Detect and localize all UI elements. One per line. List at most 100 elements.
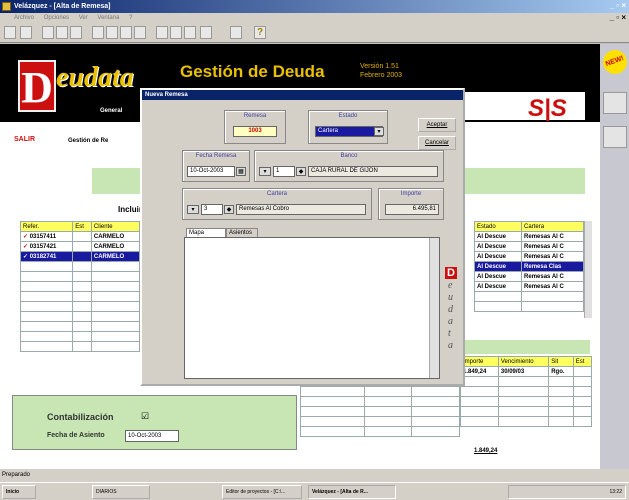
- window-icon[interactable]: [200, 26, 212, 39]
- col-ref: Refer.: [19, 221, 74, 232]
- deudata-logo-text: eudata: [56, 62, 134, 93]
- child-window-controls[interactable]: _ ▫ ×: [610, 13, 626, 23]
- taskbar-item-velazquez[interactable]: Velázquez - [Alta de R...: [308, 485, 396, 499]
- tab-mapa-fichero[interactable]: Mapa fichero: [186, 228, 226, 244]
- table-row-selected[interactable]: ✓ 03182741 CARMELO: [19, 251, 141, 262]
- cartera-spin-icon[interactable]: ◆: [224, 205, 234, 214]
- row-check[interactable]: ✓: [23, 244, 28, 250]
- help-icon[interactable]: ?: [254, 26, 266, 39]
- row-ref: 03182741: [29, 254, 57, 260]
- filter-icon[interactable]: [134, 26, 146, 39]
- accounting-label: Contabilización: [47, 412, 114, 422]
- col-sit: Sit: [548, 356, 574, 367]
- grid-icon[interactable]: [156, 26, 168, 39]
- folder-open-icon[interactable]: [603, 126, 627, 148]
- cell-cartera: Remesas Al C: [521, 241, 584, 252]
- new-remesa-dialog: Nueva Remesa Remesa 1003 Estado Cartera …: [140, 88, 465, 386]
- table-row[interactable]: ✓ 03157411 CARMELO: [19, 231, 141, 242]
- col-cartera: Cartera: [521, 221, 584, 232]
- side-letter-a2: a: [448, 340, 453, 351]
- fecha-field[interactable]: 10-Oct-2003: [187, 166, 235, 177]
- left-data-grid: Refer. Est Cliente ✓ 03157411 CARMELO ✓ …: [19, 221, 141, 352]
- tab-content-area[interactable]: [184, 237, 440, 379]
- row-check[interactable]: ✓: [23, 234, 28, 240]
- quick-launch-icons[interactable]: [40, 485, 90, 499]
- new-badge[interactable]: NEW!: [599, 46, 629, 78]
- print-icon[interactable]: [92, 26, 104, 39]
- table-row[interactable]: Al Descue Remesas Al C: [473, 241, 584, 252]
- taskbar-item-diarios[interactable]: DIARIOS: [92, 485, 150, 499]
- cell-cartera: Remesa Clas: [521, 261, 584, 272]
- calc-icon[interactable]: [170, 26, 182, 39]
- dialog-title: Nueva Remesa: [142, 90, 463, 100]
- menu-ventana[interactable]: Ventana: [97, 15, 119, 21]
- chevron-down-icon[interactable]: ▾: [374, 127, 384, 136]
- row-client: CARMELO: [90, 251, 141, 262]
- col-importe: Importe: [460, 356, 499, 367]
- copy-icon[interactable]: [56, 26, 68, 39]
- find-icon[interactable]: [120, 26, 132, 39]
- deudata-logo-letter: D: [18, 60, 56, 112]
- table-row[interactable]: Al Descue Remesas Al C: [473, 231, 584, 242]
- row-check[interactable]: ✓: [23, 254, 28, 260]
- cell-estado: Al Descue: [473, 251, 523, 262]
- lower-data-grid: Importe Vencimiento Sit Est 1.849,24 30/…: [460, 356, 593, 427]
- menu-ver[interactable]: Ver: [79, 15, 88, 21]
- paste-icon[interactable]: [70, 26, 82, 39]
- tab-content-scrollbar[interactable]: [429, 238, 439, 378]
- side-letter-t: t: [448, 328, 451, 339]
- window-controls[interactable]: _ ▫ ×: [610, 1, 626, 11]
- estado-select[interactable]: Cartera: [315, 126, 383, 137]
- taskbar-item-editor[interactable]: Editor de proyectos - [C:\...: [222, 485, 302, 499]
- entry-date-field[interactable]: 10-Oct-2003: [125, 430, 179, 442]
- calendar-icon[interactable]: ▦: [236, 167, 246, 176]
- table-row[interactable]: Al Descue Remesas Al C: [473, 271, 584, 282]
- banco-number[interactable]: 1: [273, 166, 295, 177]
- cut-icon[interactable]: [42, 26, 54, 39]
- cartera-group: Cartera ▾ 3 ◆ Remesas Al Cobro: [182, 188, 372, 220]
- right-grid-scrollbar[interactable]: [584, 221, 592, 318]
- accept-button[interactable]: Aceptar: [418, 118, 456, 132]
- cell-cartera: Remesas Al C: [521, 271, 584, 282]
- banner-title: Gestión de Deuda: [180, 62, 325, 81]
- fecha-group: Fecha Remesa 10-Oct-2003 ▦: [182, 150, 250, 182]
- exit-button[interactable]: SALIR: [14, 136, 35, 143]
- tab-asientos[interactable]: Asientos: [226, 228, 258, 237]
- banco-spin-icon[interactable]: ◆: [296, 167, 306, 176]
- start-button[interactable]: Inicio: [2, 485, 36, 499]
- banco-group: Banco ▾ 1 ◆ CAJA RURAL DE GIJON: [254, 150, 444, 182]
- banco-label: Banco: [340, 153, 358, 159]
- cartera-number[interactable]: 3: [201, 204, 223, 215]
- cell-estado: Al Descue: [473, 271, 523, 282]
- estado-label: Estado: [338, 113, 358, 119]
- section-title: Gestión de Re: [68, 138, 109, 144]
- table-row[interactable]: ✓ 03157421 CARMELO: [19, 241, 141, 252]
- estado-group: Estado Cartera ▾: [308, 110, 388, 144]
- open-icon[interactable]: [4, 26, 16, 39]
- menu-help[interactable]: ?: [129, 15, 132, 21]
- table-row[interactable]: Al Descue Remesas Al C: [473, 251, 584, 262]
- preview-icon[interactable]: [106, 26, 118, 39]
- banco-lookup-icon[interactable]: ▾: [259, 167, 271, 176]
- cancel-button[interactable]: Cancelar: [418, 136, 456, 150]
- cartera-lookup-icon[interactable]: ▾: [187, 205, 199, 214]
- total-amount: 1.849,24: [474, 448, 498, 454]
- clock: 13:22: [609, 489, 622, 495]
- row-ref: 03157421: [29, 244, 57, 250]
- app-icon: [2, 2, 11, 11]
- accounting-checkbox[interactable]: ☑: [141, 411, 149, 422]
- folder-icon[interactable]: [603, 92, 627, 114]
- menu-bar: Archivo Opciones Ver Ventana ?: [0, 13, 629, 23]
- cell-vencimiento: 30/09/03: [497, 366, 550, 377]
- menu-archivo[interactable]: Archivo: [14, 15, 34, 21]
- settings-icon[interactable]: [230, 26, 242, 39]
- report-icon[interactable]: [184, 26, 196, 39]
- remesa-field[interactable]: 1003: [233, 126, 277, 137]
- system-tray: 13:22: [508, 485, 626, 499]
- table-row-selected[interactable]: Al Descue Remesa Clas: [473, 261, 584, 272]
- table-row[interactable]: 1.849,24 30/09/03 Rgo.: [460, 366, 593, 377]
- menu-opciones[interactable]: Opciones: [44, 15, 69, 21]
- table-row[interactable]: Al Descue Remesas Al C: [473, 281, 584, 292]
- cell-importe: 1.849,24: [460, 366, 499, 377]
- save-icon[interactable]: [20, 26, 32, 39]
